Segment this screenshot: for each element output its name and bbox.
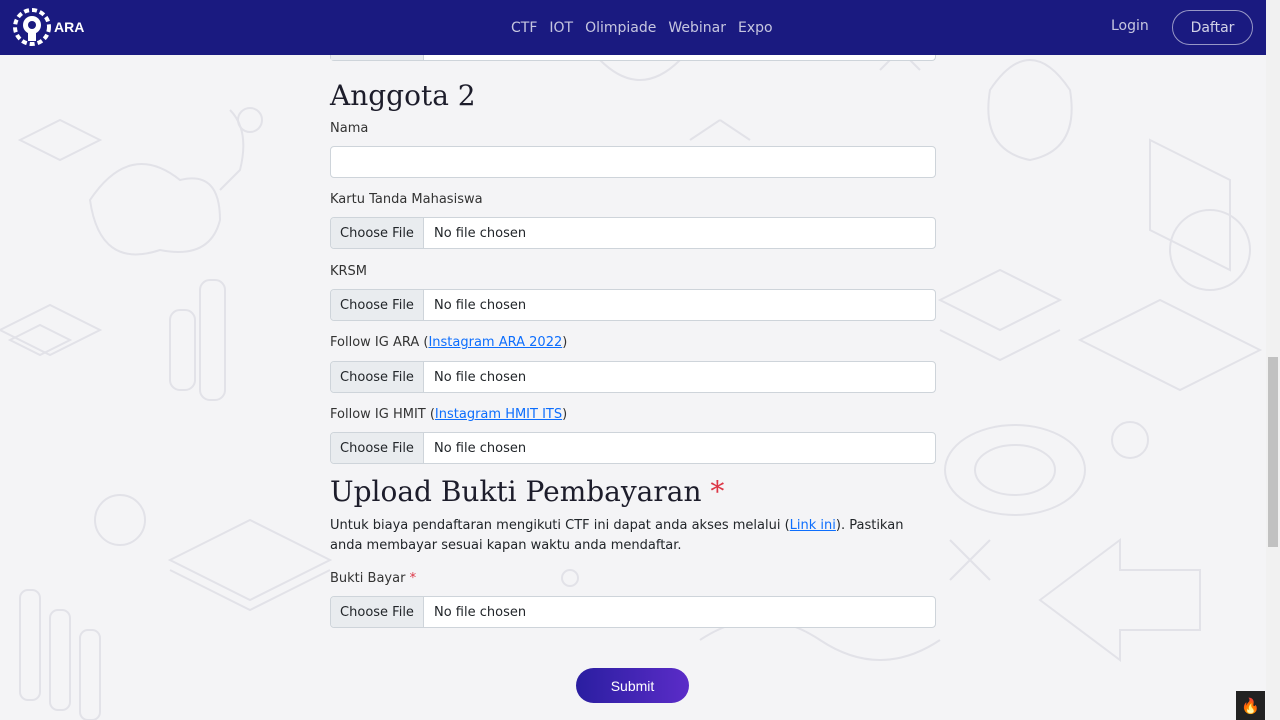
nama-label: Nama xyxy=(330,121,369,136)
ktm-file-input[interactable]: Choose File No file chosen xyxy=(330,217,936,249)
nav-link-expo[interactable]: Expo xyxy=(738,20,773,36)
bukti-bayar-text: Bukti Bayar xyxy=(330,571,406,586)
choose-file-button[interactable]: Choose File xyxy=(331,218,424,248)
submit-button[interactable]: Submit xyxy=(576,668,689,703)
file-status: No file chosen xyxy=(434,440,527,456)
ig-ara-file-input[interactable]: Choose File No file chosen xyxy=(330,361,936,393)
daftar-button[interactable]: Daftar xyxy=(1172,10,1253,45)
brand[interactable]: ARA xyxy=(12,6,84,48)
top-navbar: ARA CTF IOT Olimpiade Webinar Expo Login… xyxy=(0,0,1266,55)
file-status: No file chosen xyxy=(434,297,527,313)
page-scrollbar[interactable] xyxy=(1266,0,1280,720)
paren-close: ) xyxy=(562,407,568,422)
upload-bukti-text: Upload Bukti Pembayaran xyxy=(330,475,702,508)
nav-links: CTF IOT Olimpiade Webinar Expo xyxy=(511,0,785,55)
anggota-2-heading: Anggota 2 xyxy=(330,79,476,112)
required-mark: * xyxy=(409,571,417,586)
choose-file-button[interactable]: Choose File xyxy=(331,290,424,320)
payment-link[interactable]: Link ini xyxy=(790,518,836,533)
nav-link-iot[interactable]: IOT xyxy=(549,20,573,36)
ara-logo-icon xyxy=(13,8,51,46)
follow-ig-hmit-label: Follow IG HMIT (Instagram HMIT ITS) xyxy=(330,407,567,422)
krsm-label: KRSM xyxy=(330,264,368,279)
file-status: No file chosen xyxy=(434,225,527,241)
krsm-file-input[interactable]: Choose File No file chosen xyxy=(330,289,936,321)
brand-name: ARA xyxy=(54,19,85,35)
flame-icon[interactable]: 🔥 xyxy=(1236,691,1265,720)
bukti-bayar-file-input[interactable]: Choose File No file chosen xyxy=(330,596,936,628)
ig-hmit-file-input[interactable]: Choose File No file chosen xyxy=(330,432,936,464)
choose-file-button[interactable]: Choose File xyxy=(331,433,424,463)
choose-file-button[interactable]: Choose File xyxy=(331,597,424,627)
nav-link-ctf[interactable]: CTF xyxy=(511,20,537,36)
follow-ig-ara-text: Follow IG ARA ( xyxy=(330,335,429,350)
nav-link-olimpiade[interactable]: Olimpiade xyxy=(585,20,656,36)
required-mark: * xyxy=(710,475,725,508)
login-link[interactable]: Login xyxy=(1111,18,1149,34)
bukti-bayar-label: Bukti Bayar * xyxy=(330,571,416,586)
nav-link-webinar[interactable]: Webinar xyxy=(668,20,726,36)
paren-close: ) xyxy=(562,335,568,350)
nama-input[interactable] xyxy=(330,146,936,178)
ktm-label: Kartu Tanda Mahasiswa xyxy=(330,192,483,207)
instruction-text: Untuk biaya pendaftaran mengikuti CTF in… xyxy=(330,518,790,533)
upload-bukti-heading: Upload Bukti Pembayaran * xyxy=(330,475,724,508)
choose-file-button[interactable]: Choose File xyxy=(331,362,424,392)
instagram-hmit-link[interactable]: Instagram HMIT ITS xyxy=(435,407,562,422)
file-status: No file chosen xyxy=(434,369,527,385)
follow-ig-hmit-text: Follow IG HMIT ( xyxy=(330,407,435,422)
file-status: No file chosen xyxy=(434,604,527,620)
scrollbar-thumb[interactable] xyxy=(1268,357,1278,547)
follow-ig-ara-label: Follow IG ARA (Instagram ARA 2022) xyxy=(330,335,567,350)
payment-instructions: Untuk biaya pendaftaran mengikuti CTF in… xyxy=(330,516,936,556)
instagram-ara-link[interactable]: Instagram ARA 2022 xyxy=(428,335,562,350)
